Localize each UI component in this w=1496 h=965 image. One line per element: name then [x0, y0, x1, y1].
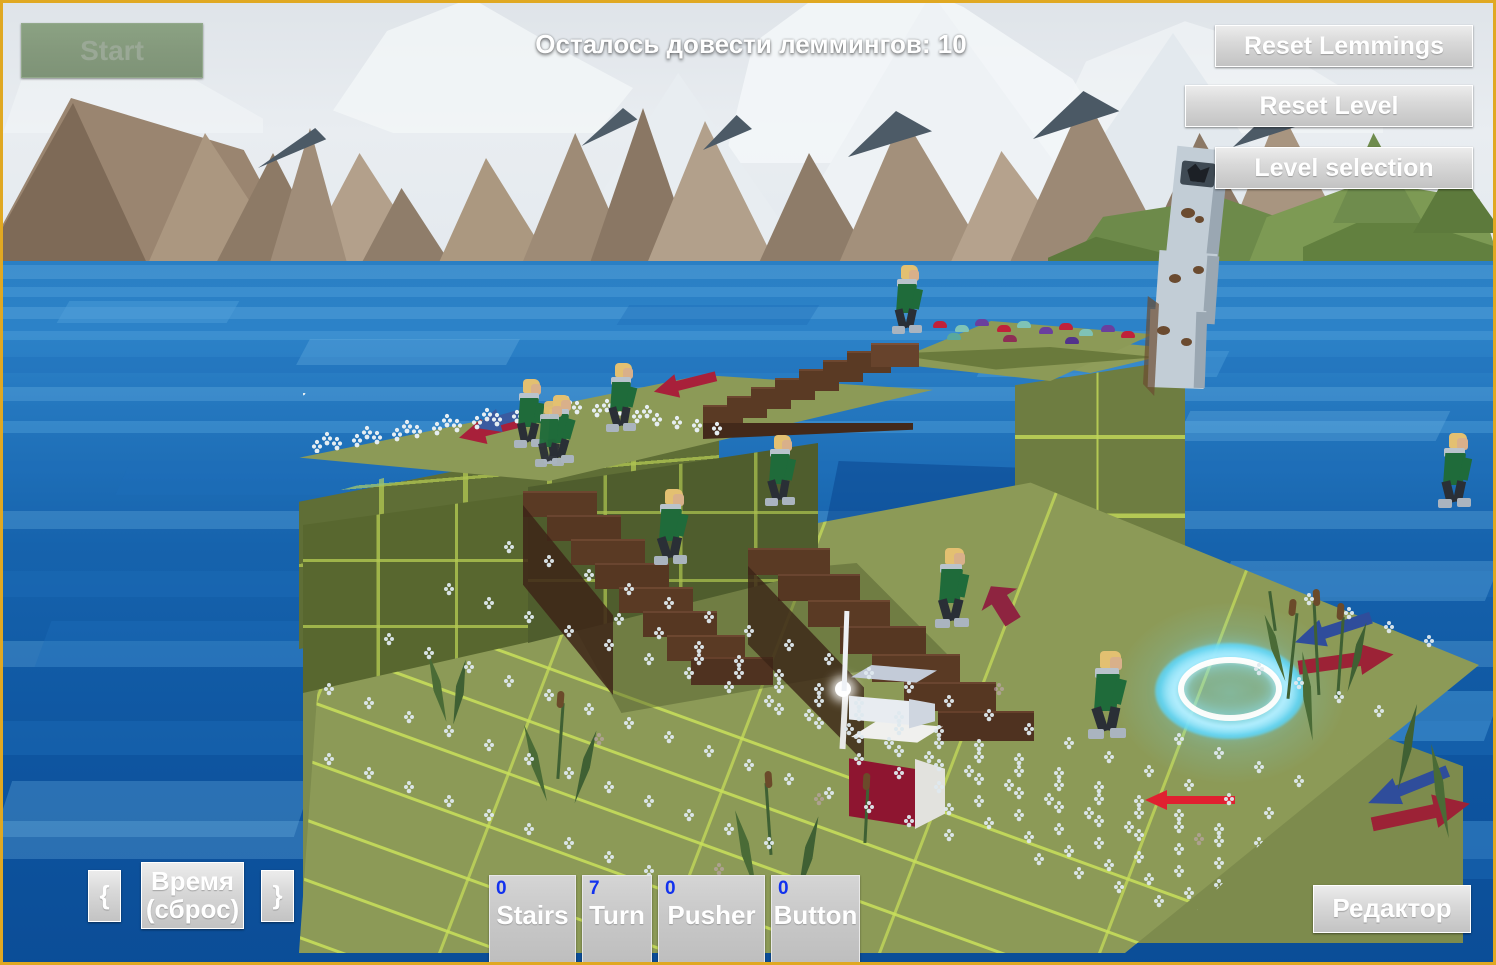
- game-window: Start Осталось довести леммингов: 10 Res…: [0, 0, 1496, 965]
- tool-label-pusher: Pusher: [667, 900, 756, 930]
- time-reset-button[interactable]: Время (сброс): [141, 862, 244, 929]
- tool-button-stairs[interactable]: 0 Stairs: [489, 875, 576, 962]
- tool-button-turn[interactable]: 7 Turn: [582, 875, 652, 962]
- tool-button-button[interactable]: 0 Button: [771, 875, 860, 962]
- time-speed-up-button[interactable]: }: [261, 870, 294, 922]
- tool-count-button: 0: [778, 878, 789, 899]
- editor-button[interactable]: Редактор: [1313, 885, 1471, 933]
- tool-label-button: Button: [773, 900, 858, 930]
- tool-count-turn: 7: [589, 878, 600, 899]
- level-selection-button[interactable]: Level selection: [1215, 147, 1473, 189]
- time-slow-down-button[interactable]: {: [88, 870, 121, 922]
- time-reset-label-line2: (сброс): [145, 893, 240, 924]
- tool-count-pusher: 0: [665, 878, 676, 899]
- reset-level-button[interactable]: Reset Level: [1185, 85, 1473, 127]
- time-reset-label-line1: Время: [150, 866, 235, 897]
- tool-label-turn: Turn: [589, 900, 645, 930]
- reset-lemmings-button[interactable]: Reset Lemmings: [1215, 25, 1473, 67]
- tool-button-pusher[interactable]: 0 Pusher: [658, 875, 765, 962]
- tool-label-stairs: Stairs: [496, 900, 569, 930]
- tool-count-stairs: 0: [496, 878, 507, 899]
- hud-overlay: Start Осталось довести леммингов: 10 Res…: [3, 3, 1493, 962]
